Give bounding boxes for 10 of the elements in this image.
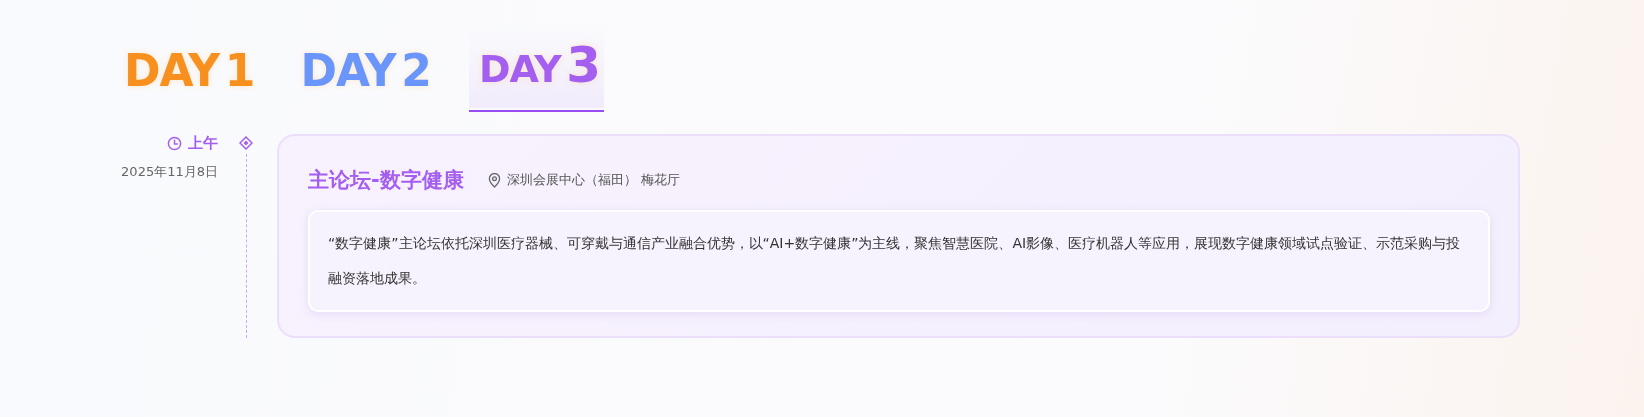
day-tab[interactable]: DAY1 — [116, 45, 263, 108]
day-tab[interactable]: DAY2 — [292, 45, 439, 108]
description-text: “数字健康”主论坛依托深圳医疗器械、可穿戴与通信产业融合优势，以“AI+数字健康”为主线，聚焦智慧医院、AI影像、医疗机器人等应用，展现数字健康领域试点验证、示范采购与投融资落地成果。 — [328, 234, 1462, 288]
location-pin-icon — [487, 172, 501, 188]
period-label: 上午 — [188, 134, 218, 153]
session-date: 2025年11月8日 — [120, 163, 218, 181]
clock-icon — [167, 136, 182, 151]
diamond-icon — [239, 136, 253, 150]
location-text: 深圳会展中心（福田） 梅花厅 — [506, 171, 680, 189]
session-title: 主论坛-数字健康 — [308, 167, 464, 194]
